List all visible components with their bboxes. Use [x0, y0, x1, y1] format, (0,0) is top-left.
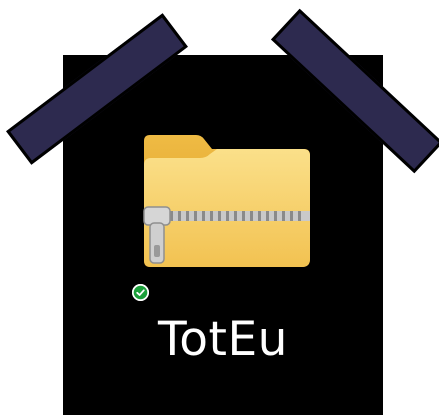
synced-check-icon: [132, 284, 149, 301]
zip-folder-icon[interactable]: [138, 131, 313, 273]
screenshot: TotEu: [0, 0, 439, 415]
folder-name-label[interactable]: TotEu: [63, 312, 383, 367]
